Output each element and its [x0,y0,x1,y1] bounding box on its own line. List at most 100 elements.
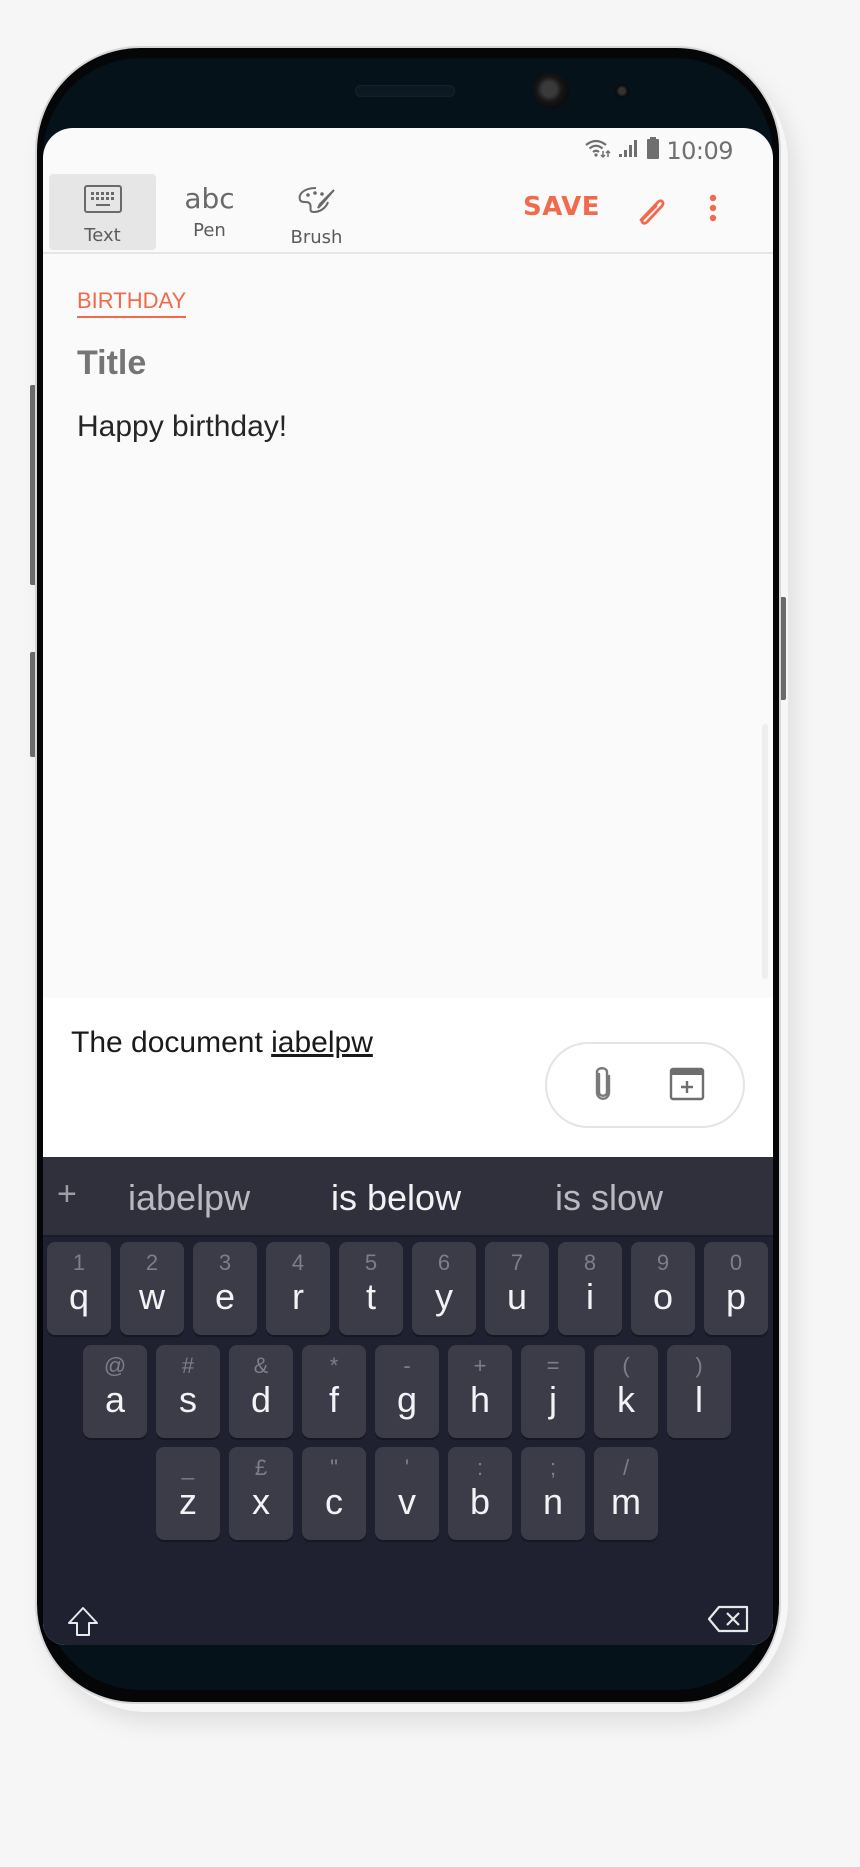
key-t[interactable]: 5t [339,1242,403,1335]
key-primary-label: h [469,1379,491,1420]
composer-text-plain: The document [71,1026,272,1059]
key-u[interactable]: 7u [485,1242,549,1335]
tab-brush[interactable]: Brush [263,174,370,250]
add-calendar-icon [669,1067,705,1106]
key-d[interactable]: & d [229,1345,293,1438]
add-word-button[interactable]: + [57,1175,77,1214]
key-primary-label: l [695,1379,703,1420]
key-y[interactable]: 6y [412,1242,476,1335]
tab-brush-label: Brush [290,227,343,248]
key-h[interactable]: + h [448,1345,512,1438]
note-editor: BIRTHDAY Happy birthday! [43,254,773,998]
key-n[interactable]: ; n [521,1447,585,1540]
key-secondary-label: 8 [583,1250,597,1275]
screen: 10:09 Text abc Pen Brush SAVE BIRTHDAY T… [43,128,773,1645]
key-o[interactable]: 9o [631,1242,695,1335]
key-e[interactable]: 3e [193,1242,257,1335]
attach-button[interactable] [631,190,671,230]
key-secondary-label: ( [622,1353,630,1378]
key-primary-label: c [325,1481,343,1522]
key-i[interactable]: 8i [558,1242,622,1335]
key-secondary-label: + [473,1353,487,1378]
key-secondary-label: 0 [729,1250,743,1275]
key-l[interactable]: ) l [667,1345,731,1438]
key-k[interactable]: (k [594,1345,658,1438]
paperclip-icon [631,199,671,234]
key-g[interactable]: -g [375,1345,439,1438]
key-primary-label: j [549,1379,557,1420]
signal-icon [618,137,640,164]
scrollbar[interactable] [762,724,768,979]
attach-file-button[interactable] [581,1064,625,1108]
category-label[interactable]: BIRTHDAY [77,288,187,318]
key-w[interactable]: 2w [120,1242,184,1335]
suggestion-center[interactable]: is below [331,1177,461,1219]
key-x[interactable]: £ x [229,1447,293,1540]
key-primary-label: r [292,1276,304,1317]
tab-text[interactable]: Text [49,174,156,250]
key-primary-label: s [179,1379,197,1420]
more-options-button[interactable] [703,188,723,228]
key-secondary-label: 1 [72,1250,86,1275]
key-secondary-label: * [329,1353,339,1378]
suggestion-bar: + iabelpw is below is slow [43,1157,773,1237]
key-primary-label: q [68,1276,90,1317]
key-primary-label: m [611,1481,641,1522]
key-secondary-label: 9 [656,1250,670,1275]
backspace-icon [707,1605,749,1637]
suggestion-left[interactable]: iabelpw [128,1177,250,1219]
key-j[interactable]: = j [521,1345,585,1438]
key-primary-label: t [365,1276,376,1317]
more-vertical-icon [703,194,723,232]
key-secondary-label: - [403,1353,411,1378]
key-secondary-label: 2 [145,1250,159,1275]
keyboard: + iabelpw is below is slow 1q2w3e4r5t6y7… [43,1157,773,1645]
key-z[interactable]: _ z [156,1447,220,1540]
key-primary-label: n [542,1481,564,1522]
key-r[interactable]: 4r [266,1242,330,1335]
key-primary-label: i [586,1276,594,1317]
key-primary-label: g [396,1379,418,1420]
key-secondary-label: £ [254,1455,268,1480]
proximity-sensor [615,84,629,98]
backspace-key[interactable] [705,1605,751,1645]
key-secondary-label: " [330,1455,338,1480]
key-f[interactable]: * f [302,1345,366,1438]
composer-input[interactable]: The document iabelpw [71,1026,373,1060]
save-button[interactable]: SAVE [523,192,600,222]
key-primary-label: o [652,1276,674,1317]
key-secondary-label: 7 [510,1250,524,1275]
tab-text-label: Text [84,225,121,246]
key-secondary-label: @ [103,1353,127,1378]
key-s[interactable]: # s [156,1345,220,1438]
key-a[interactable]: @ a [83,1345,147,1438]
key-primary-label: f [328,1379,339,1420]
tab-pen[interactable]: abc Pen [156,174,263,250]
key-q[interactable]: 1q [47,1242,111,1335]
key-secondary-label: # [181,1353,195,1378]
shift-key[interactable] [61,1605,105,1645]
key-secondary-label: : [476,1455,484,1480]
key-v[interactable]: ' v [375,1447,439,1540]
key-primary-label: k [617,1379,635,1420]
note-toolbar: Text abc Pen Brush SAVE [43,170,773,254]
tab-pen-label: Pen [193,220,226,241]
shift-icon [66,1607,100,1643]
title-input[interactable] [77,344,677,383]
key-c[interactable]: " c [302,1447,366,1540]
status-bar: 10:09 [43,128,773,170]
key-secondary-label: / [622,1455,630,1480]
key-secondary-label: 6 [437,1250,451,1275]
add-calendar-button[interactable] [665,1064,709,1108]
key-secondary-label: 4 [291,1250,305,1275]
key-primary-label: w [139,1276,165,1317]
note-body-text[interactable]: Happy birthday! [77,410,287,444]
key-primary-label: d [250,1379,272,1420]
suggestion-right[interactable]: is slow [555,1177,663,1219]
earpiece-speaker [355,85,455,97]
key-b[interactable]: :b [448,1447,512,1540]
key-primary-label: p [725,1276,747,1317]
key-p[interactable]: 0p [704,1242,768,1335]
wifi-icon [584,137,612,164]
key-m[interactable]: / m [594,1447,658,1540]
